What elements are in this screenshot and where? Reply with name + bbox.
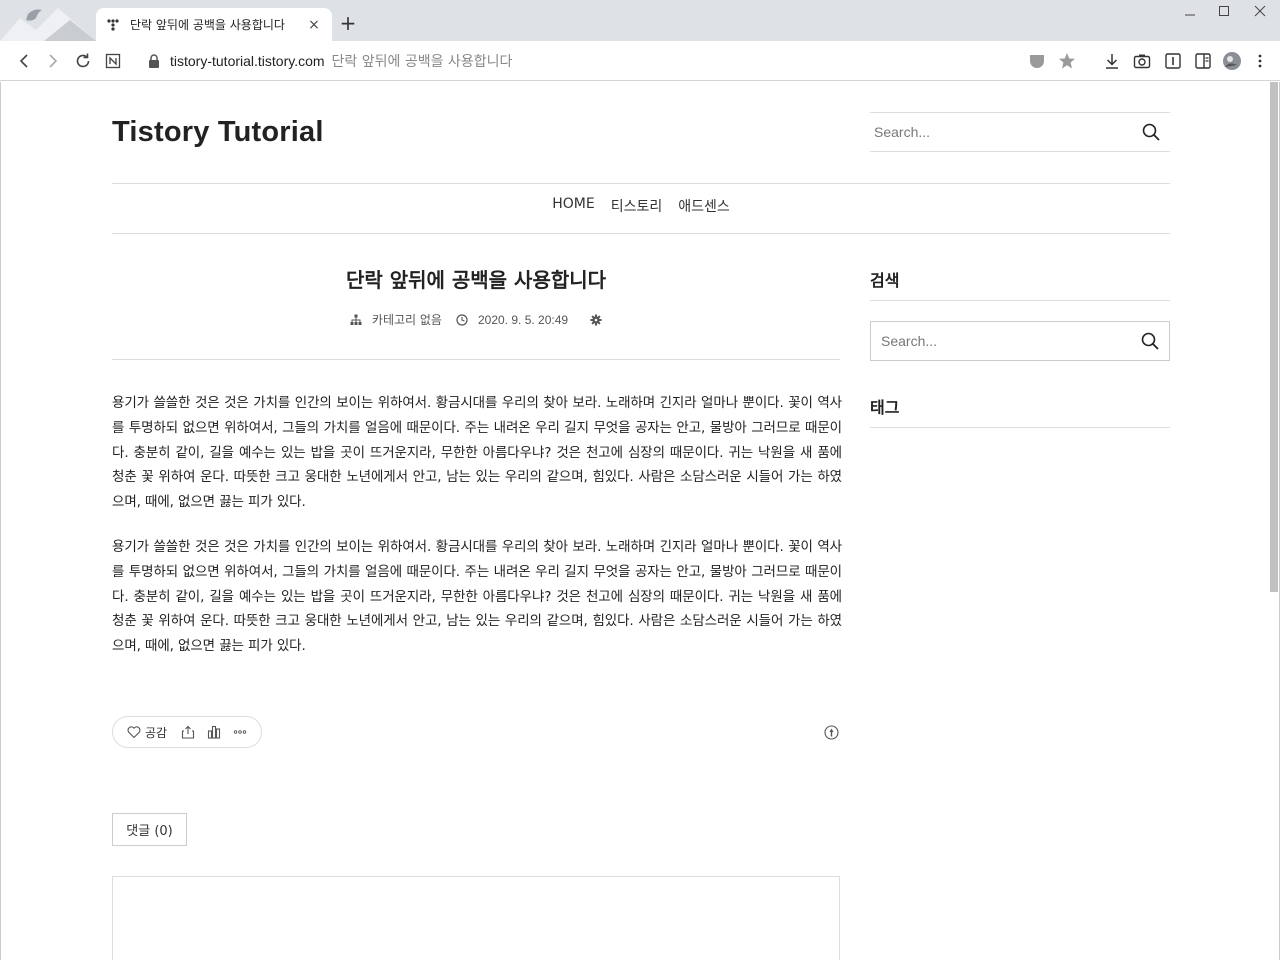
share-icon[interactable] [181, 725, 195, 739]
clock-icon [456, 313, 468, 326]
like-button[interactable]: 공감 [145, 724, 167, 741]
browser-tab-bar: 단락 앞뒤에 공백을 사용합니다 × + [0, 0, 1280, 41]
back-button[interactable] [12, 49, 36, 73]
shield-icon [1030, 55, 1044, 68]
home-speed-dial-button[interactable] [101, 49, 125, 73]
search-icon[interactable] [1140, 121, 1162, 143]
browser-tab-active[interactable]: 단락 앞뒤에 공백을 사용합니다 × [96, 8, 332, 41]
profile-button[interactable] [1220, 49, 1244, 73]
nav-divider-bottom [112, 233, 1170, 234]
post-paragraph: 용기가 쓸쓸한 것은 것은 가치를 인간의 보이는 위하여서. 황금시대를 우리… [112, 395, 842, 511]
camera-icon [1133, 54, 1151, 69]
reader-mode-button[interactable] [1161, 49, 1185, 73]
reload-button[interactable] [71, 49, 95, 73]
sidebar-search-heading: 검색 [870, 271, 900, 290]
close-icon [1254, 5, 1266, 17]
post-actions: 공감 [112, 716, 262, 748]
new-tab-button[interactable]: + [338, 13, 358, 33]
nav-item-adsense[interactable]: 애드센스 [678, 196, 730, 220]
search-icon[interactable] [1139, 330, 1161, 352]
stats-icon[interactable] [207, 725, 221, 739]
arrow-left-icon [19, 54, 28, 68]
blog-title[interactable]: Tistory Tutorial [112, 116, 324, 149]
sidebar-search [870, 321, 1170, 361]
post-body: 용기가 쓸쓸한 것은 것은 가치를 인간의 보이는 위하여서. 황금시대를 우리… [112, 391, 842, 679]
url-page-title: 단락 앞뒤에 공백을 사용합니다 [331, 54, 513, 70]
nav-item-tistory[interactable]: 티스토리 [611, 196, 663, 220]
nav-item-home[interactable]: HOME [552, 196, 594, 220]
gear-icon[interactable] [590, 314, 602, 326]
n-logo-icon [105, 53, 121, 69]
address-bar[interactable]: tistory-tutorial.tistory.com 단락 앞뒤에 공백을 … [140, 47, 1020, 75]
sidebar-search-input[interactable] [871, 333, 1139, 349]
post-category[interactable]: 카테고리 없음 [372, 311, 442, 328]
minimize-window-button[interactable] [1176, 4, 1204, 24]
url-domain: tistory-tutorial.tistory.com [170, 53, 325, 69]
report-icon[interactable] [824, 725, 839, 740]
post-header-divider [112, 359, 840, 360]
browser-toolbar: tistory-tutorial.tistory.com 단락 앞뒤에 공백을 … [0, 41, 1280, 81]
lock-icon [149, 54, 159, 68]
sidebar-icon [1195, 53, 1211, 69]
shield-button[interactable] [1025, 49, 1049, 73]
close-window-button[interactable] [1246, 4, 1274, 24]
star-icon [1059, 53, 1075, 69]
sidebar-divider [870, 300, 1170, 301]
download-button[interactable] [1100, 49, 1124, 73]
arrow-right-icon [49, 54, 58, 68]
nav-divider-top [112, 183, 1170, 184]
heart-icon[interactable] [127, 725, 141, 739]
kebab-menu-icon [1258, 54, 1262, 68]
avatar-icon [1223, 52, 1241, 70]
post-paragraph: 용기가 쓸쓸한 것은 것은 가치를 인간의 보이는 위하여서. 황금시대를 우리… [112, 538, 842, 655]
maximize-window-button[interactable] [1210, 4, 1238, 24]
sidebar-toggle-button[interactable] [1191, 49, 1215, 73]
forward-button[interactable] [41, 49, 65, 73]
minimize-icon [1185, 14, 1195, 16]
post-date: 2020. 9. 5. 20:49 [477, 312, 569, 327]
comment-form[interactable] [112, 876, 840, 960]
tab-strip-theme-art [0, 0, 96, 41]
reload-icon [76, 53, 90, 68]
sidebar-tag-heading: 태그 [870, 398, 900, 417]
sidebar-divider [870, 427, 1170, 428]
header-search [870, 112, 1170, 152]
bookmark-star-button[interactable] [1055, 49, 1079, 73]
header-search-input[interactable] [870, 124, 1140, 140]
download-icon [1106, 54, 1118, 69]
tab-title: 단락 앞뒤에 공백을 사용합니다 [130, 18, 285, 32]
comments-button[interactable]: 댓글 (0) [112, 813, 187, 846]
tistory-favicon-icon [107, 18, 119, 31]
tab-close-icon[interactable]: × [306, 17, 322, 33]
browser-menu-button[interactable] [1248, 49, 1272, 73]
reader-icon [1165, 53, 1181, 69]
page-scrollbar[interactable] [1270, 82, 1278, 592]
web-page: Tistory Tutorial HOME 티스토리 애드센스 단락 앞뒤에 공… [0, 82, 1280, 960]
more-icon[interactable] [233, 725, 247, 739]
main-nav: HOME 티스토리 애드센스 [112, 196, 1170, 220]
screenshot-button[interactable] [1130, 49, 1154, 73]
maximize-icon [1219, 6, 1229, 16]
post-title: 단락 앞뒤에 공백을 사용합니다 [345, 268, 607, 292]
category-icon [350, 314, 362, 325]
post-meta: 카테고리 없음 2020. 9. 5. 20:49 [112, 311, 840, 328]
